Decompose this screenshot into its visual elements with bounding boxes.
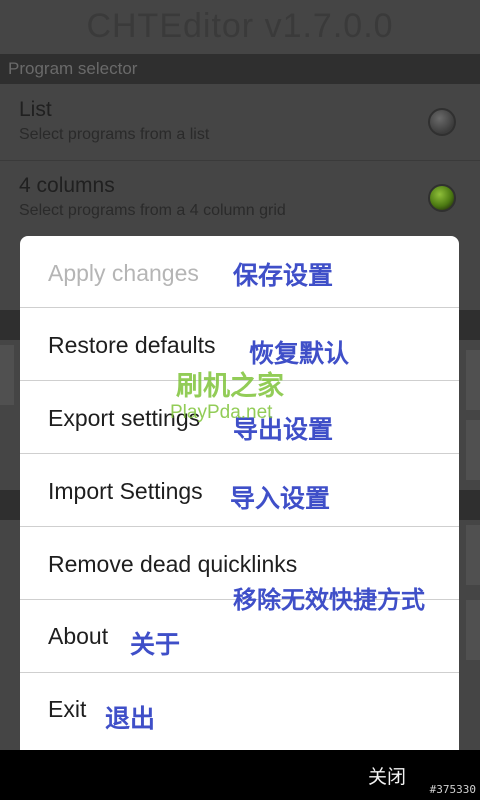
- menu-item-label: Apply changes: [48, 260, 199, 286]
- menu-item-annotation: 退出: [105, 704, 156, 733]
- radio-4-columns[interactable]: [428, 184, 456, 212]
- background-row-edge: [466, 525, 480, 585]
- option-4-columns-summary: Select programs from a 4 column grid: [19, 202, 286, 219]
- menu-item-annotation: 关于: [130, 630, 181, 659]
- background-row-edge: [0, 345, 14, 405]
- options-menu-dialog: Apply changes 保存设置 Restore defaults 恢复默认…: [20, 236, 459, 756]
- close-button[interactable]: 关闭: [368, 762, 406, 789]
- divider: [0, 160, 480, 161]
- image-id-tag: #375330: [429, 783, 476, 796]
- menu-item-exit[interactable]: Exit 退出: [20, 674, 459, 756]
- menu-item-annotation: 导入设置: [230, 484, 331, 513]
- option-4-columns-title: 4 columns: [19, 174, 115, 197]
- section-header-program-selector: Program selector: [0, 54, 480, 84]
- menu-item-label: Remove dead quicklinks: [48, 551, 298, 577]
- menu-item-remove-dead-quicklinks[interactable]: Remove dead quicklinks 移除无效快捷方式: [20, 528, 459, 614]
- bottom-bar: [0, 750, 480, 800]
- menu-item-import-settings[interactable]: Import Settings 导入设置: [20, 455, 459, 527]
- menu-item-annotation: 保存设置: [233, 261, 334, 290]
- option-4-columns[interactable]: 4 columns Select programs from a 4 colum…: [0, 162, 480, 236]
- background-row-edge: [466, 350, 480, 410]
- option-list[interactable]: List Select programs from a list: [0, 86, 480, 160]
- menu-item-label: About: [48, 623, 109, 649]
- watermark-logo-text: 刷机之家: [176, 371, 284, 402]
- app-title: CHTEditor v1.7.0.0: [86, 7, 394, 45]
- radio-list[interactable]: [428, 108, 456, 136]
- menu-item-label: Exit: [48, 696, 87, 722]
- background-row-edge: [466, 420, 480, 480]
- option-list-summary: Select programs from a list: [19, 126, 210, 143]
- menu-item-apply-changes[interactable]: Apply changes 保存设置: [20, 236, 459, 308]
- background-row-edge: [466, 600, 480, 660]
- menu-item-label: Import Settings: [48, 478, 203, 504]
- watermark-url: PlayPda.net: [170, 402, 273, 423]
- menu-item-about[interactable]: About 关于: [20, 601, 459, 673]
- option-list-title: List: [19, 98, 52, 121]
- menu-item-label: Restore defaults: [48, 332, 216, 358]
